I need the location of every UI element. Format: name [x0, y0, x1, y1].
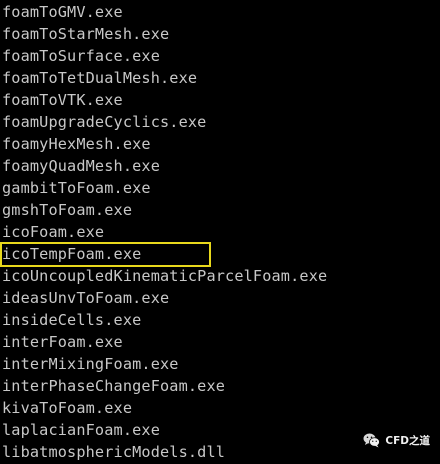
file-entry: insideCells.exe	[2, 311, 142, 329]
watermark-label: CFD之道	[385, 435, 430, 447]
file-entry: interMixingFoam.exe	[2, 355, 179, 373]
file-entry: interFoam.exe	[2, 333, 123, 351]
file-entry: gmshToFoam.exe	[2, 201, 133, 219]
file-entry: laplacianFoam.exe	[2, 421, 160, 439]
file-entry: foamToVTK.exe	[2, 91, 123, 109]
file-entry: interPhaseChangeFoam.exe	[2, 377, 226, 395]
file-entry: foamUpgradeCyclics.exe	[2, 113, 207, 131]
file-entry: foamToTetDualMesh.exe	[2, 69, 198, 87]
file-entry: icoUncoupledKinematicParcelFoam.exe	[2, 267, 328, 285]
wechat-icon	[363, 433, 381, 448]
file-entry: foamyQuadMesh.exe	[2, 157, 160, 175]
watermark: CFD之道	[363, 433, 430, 448]
file-entry: foamToGMV.exe	[2, 3, 123, 21]
file-entry: gambitToFoam.exe	[2, 179, 151, 197]
file-entry: foamyHexMesh.exe	[2, 135, 151, 153]
file-entry: foamToSurface.exe	[2, 47, 160, 65]
file-entry: libatmosphericModels.dll	[2, 443, 226, 461]
file-list: foamToGMV.exe foamToStarMesh.exe foamToS…	[2, 1, 327, 463]
file-entry: icoFoam.exe	[2, 223, 105, 241]
console-window: foamToGMV.exe foamToStarMesh.exe foamToS…	[0, 0, 440, 464]
file-entry-highlighted: icoTempFoam.exe	[2, 245, 142, 263]
file-entry: foamToStarMesh.exe	[2, 25, 170, 43]
file-entry: kivaToFoam.exe	[2, 399, 133, 417]
file-entry: ideasUnvToFoam.exe	[2, 289, 170, 307]
